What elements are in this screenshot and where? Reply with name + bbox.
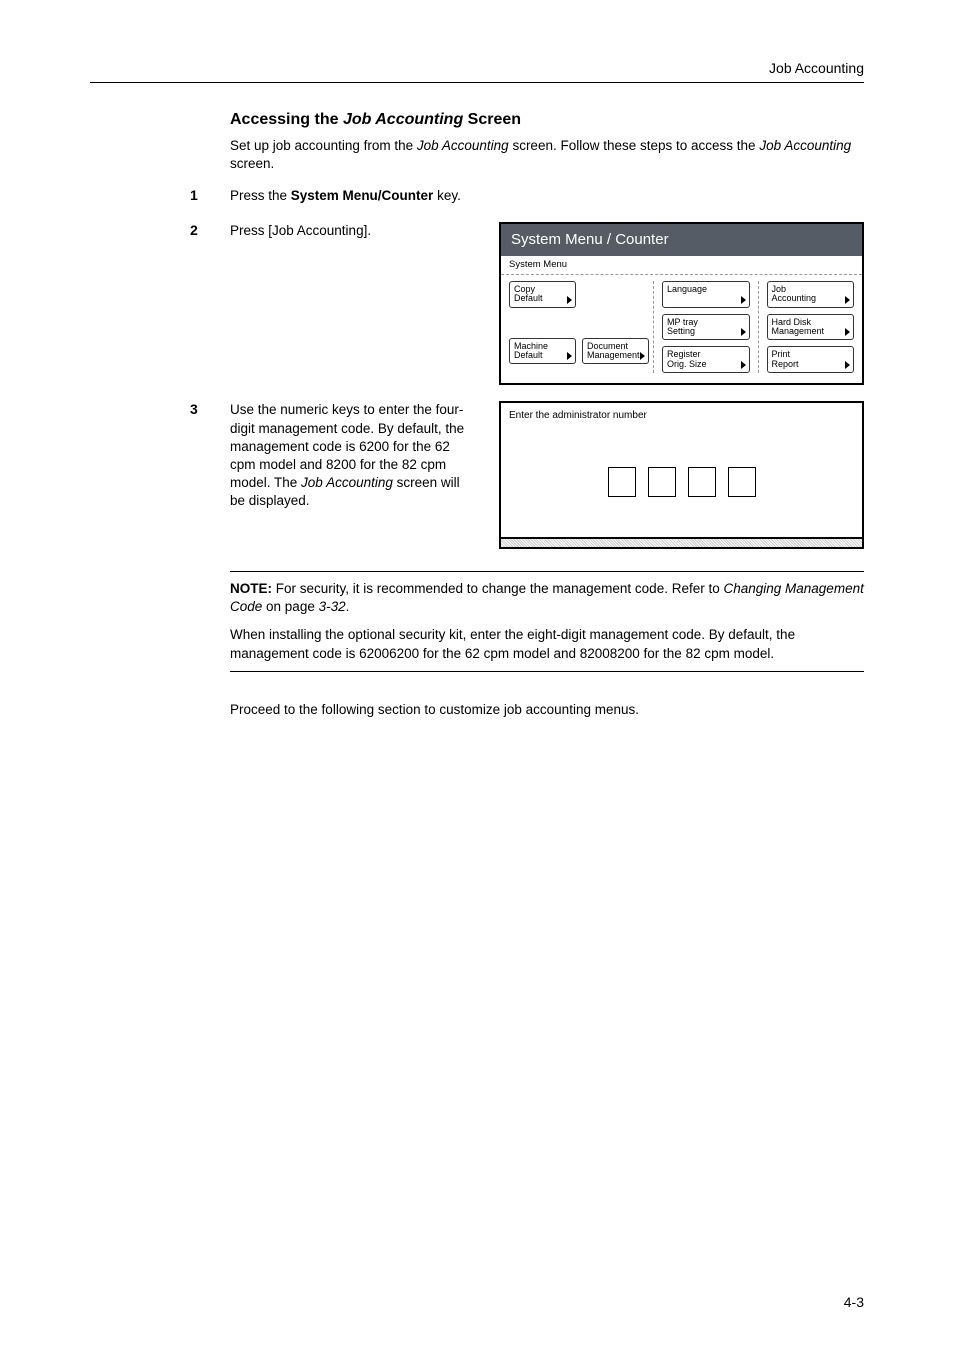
job-accounting-button[interactable]: JobAccounting	[767, 281, 855, 308]
content-column: Accessing the Job Accounting Screen Set …	[230, 111, 864, 717]
screen1-body: CopyDefault MachineDefault	[501, 275, 862, 384]
step-3: 3 Use the numeric keys to enter the four…	[230, 401, 864, 549]
note-p1-mid: on page	[262, 599, 318, 614]
step-3-text: Use the numeric keys to enter the four-d…	[230, 401, 475, 510]
step-1-pre: Press the	[230, 188, 291, 203]
note-block: NOTE: For security, it is recommended to…	[230, 571, 864, 672]
hard-disk-management-button[interactable]: Hard DiskManagement	[767, 314, 855, 341]
step-2-body: Press [Job Accounting]. System Menu / Co…	[230, 222, 864, 386]
header-rule	[90, 82, 864, 83]
step-2: 2 Press [Job Accounting]. System Menu / …	[230, 222, 864, 386]
admin-number-screen: Enter the administrator number	[499, 401, 864, 549]
screen2-title: Enter the administrator number	[501, 403, 862, 427]
note-label: NOTE:	[230, 581, 272, 596]
step-1-bold: System Menu/Counter	[291, 188, 434, 203]
step-3-body: Use the numeric keys to enter the four-d…	[230, 401, 864, 549]
document-management-button[interactable]: DocumentManagement	[582, 338, 649, 365]
digit-entry-row	[501, 427, 862, 537]
screen1-title: System Menu / Counter	[501, 224, 862, 256]
system-menu-screen: System Menu / Counter System Menu CopyDe…	[499, 222, 864, 386]
print-report-button[interactable]: PrintReport	[767, 346, 855, 373]
note-p1-ital2: 3-32	[319, 599, 346, 614]
note-p1-post: .	[346, 599, 350, 614]
screen1-left-group: CopyDefault MachineDefault	[509, 281, 649, 374]
machine-default-button[interactable]: MachineDefault	[509, 338, 576, 365]
chapter-header: Job Accounting	[90, 60, 864, 82]
step-1-body: Press the System Menu/Counter key.	[230, 187, 864, 205]
screen1-mid-group: Language MP traySetting RegisterOrig. Si…	[653, 281, 759, 374]
screen1-right-group: JobAccounting Hard DiskManagement PrintR…	[763, 281, 855, 374]
step-3-ital: Job Accounting	[301, 475, 393, 490]
screen2-footer	[501, 537, 862, 547]
step-2-text: Press [Job Accounting].	[230, 222, 475, 240]
step-2-number: 2	[190, 222, 230, 238]
copy-default-button[interactable]: CopyDefault	[509, 281, 576, 308]
language-button[interactable]: Language	[662, 281, 750, 308]
note-p2: When installing the optional security ki…	[230, 626, 864, 662]
intro-ital1: Job Accounting	[417, 138, 509, 153]
step-1-post: key.	[433, 188, 461, 203]
intro-ital2: Job Accounting	[759, 138, 851, 153]
register-orig-size-button[interactable]: RegisterOrig. Size	[662, 346, 750, 373]
heading-post: Screen	[463, 111, 521, 128]
intro-pre: Set up job accounting from the	[230, 138, 417, 153]
digit-box-1[interactable]	[608, 467, 636, 497]
heading-ital: Job Accounting	[343, 111, 463, 128]
intro-mid: screen. Follow these steps to access the	[509, 138, 760, 153]
note-p1-pre: For security, it is recommended to chang…	[272, 581, 723, 596]
intro-post: screen.	[230, 156, 274, 171]
mp-tray-setting-button[interactable]: MP traySetting	[662, 314, 750, 341]
digit-box-3[interactable]	[688, 467, 716, 497]
page-number: 4-3	[844, 1294, 864, 1310]
step-1-number: 1	[190, 187, 230, 203]
section-heading: Accessing the Job Accounting Screen	[230, 111, 864, 129]
step-3-number: 3	[190, 401, 230, 417]
step-1: 1 Press the System Menu/Counter key.	[230, 187, 864, 205]
note-p1: NOTE: For security, it is recommended to…	[230, 580, 864, 616]
page: Job Accounting Accessing the Job Account…	[0, 0, 954, 1350]
intro-paragraph: Set up job accounting from the Job Accou…	[230, 137, 864, 173]
digit-box-4[interactable]	[728, 467, 756, 497]
footer-text: Proceed to the following section to cust…	[230, 702, 864, 717]
screen1-subtitle: System Menu	[501, 256, 862, 275]
heading-pre: Accessing the	[230, 111, 343, 128]
digit-box-2[interactable]	[648, 467, 676, 497]
